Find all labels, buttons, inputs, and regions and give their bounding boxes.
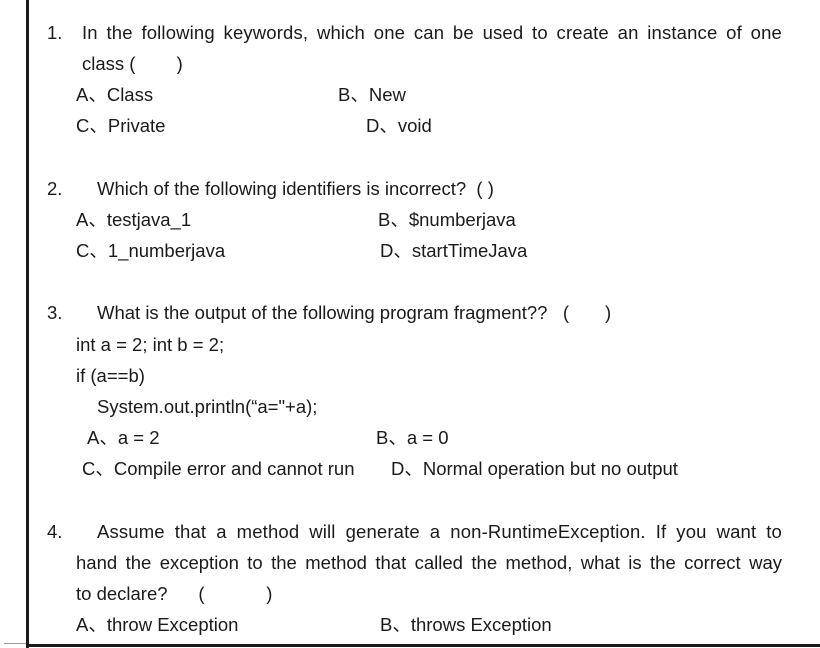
question-text: In the following keywords, which one can… [82,22,782,43]
page-border-left [26,0,29,648]
option-d[interactable]: D、void [366,115,432,137]
option-b[interactable]: B、$numberjava [378,209,516,231]
code-line: System.out.println(“a="+a); [97,396,318,417]
question-text: What is the output of the following prog… [97,302,612,323]
question-text: Which of the following identifiers is in… [97,178,494,199]
page-edge-line [4,643,26,644]
code-line: if (a==b) [76,365,145,386]
option-c[interactable]: C、1_numberjava [76,240,225,262]
page-border-bottom [26,644,820,647]
option-c[interactable]: C、Compile error and cannot run [82,458,355,480]
question-number: 4. [47,521,63,542]
question-text-cont: hand the exception to the method that ca… [76,552,782,573]
option-a[interactable]: A、testjava_1 [76,209,191,231]
option-b[interactable]: B、a = 0 [376,427,449,449]
option-d[interactable]: D、startTimeJava [380,240,527,262]
question-number: 1. [47,22,63,43]
question-number: 2. [47,178,63,199]
question-text: Assume that a method will generate a non… [97,521,782,542]
question-number: 3. [47,302,63,323]
question-text-cont: class ( ) [82,53,183,74]
option-a[interactable]: A、a = 2 [87,427,160,449]
option-d[interactable]: D、Normal operation but no output [391,458,678,480]
option-b[interactable]: B、New [338,84,406,106]
code-line: int a = 2; int b = 2; [76,334,225,355]
option-a[interactable]: A、Class [76,84,153,106]
option-b[interactable]: B、throws Exception [380,614,552,636]
question-text-cont: to declare? ( ) [76,583,273,604]
option-a[interactable]: A、throw Exception [76,614,238,636]
option-c[interactable]: C、Private [76,115,165,137]
